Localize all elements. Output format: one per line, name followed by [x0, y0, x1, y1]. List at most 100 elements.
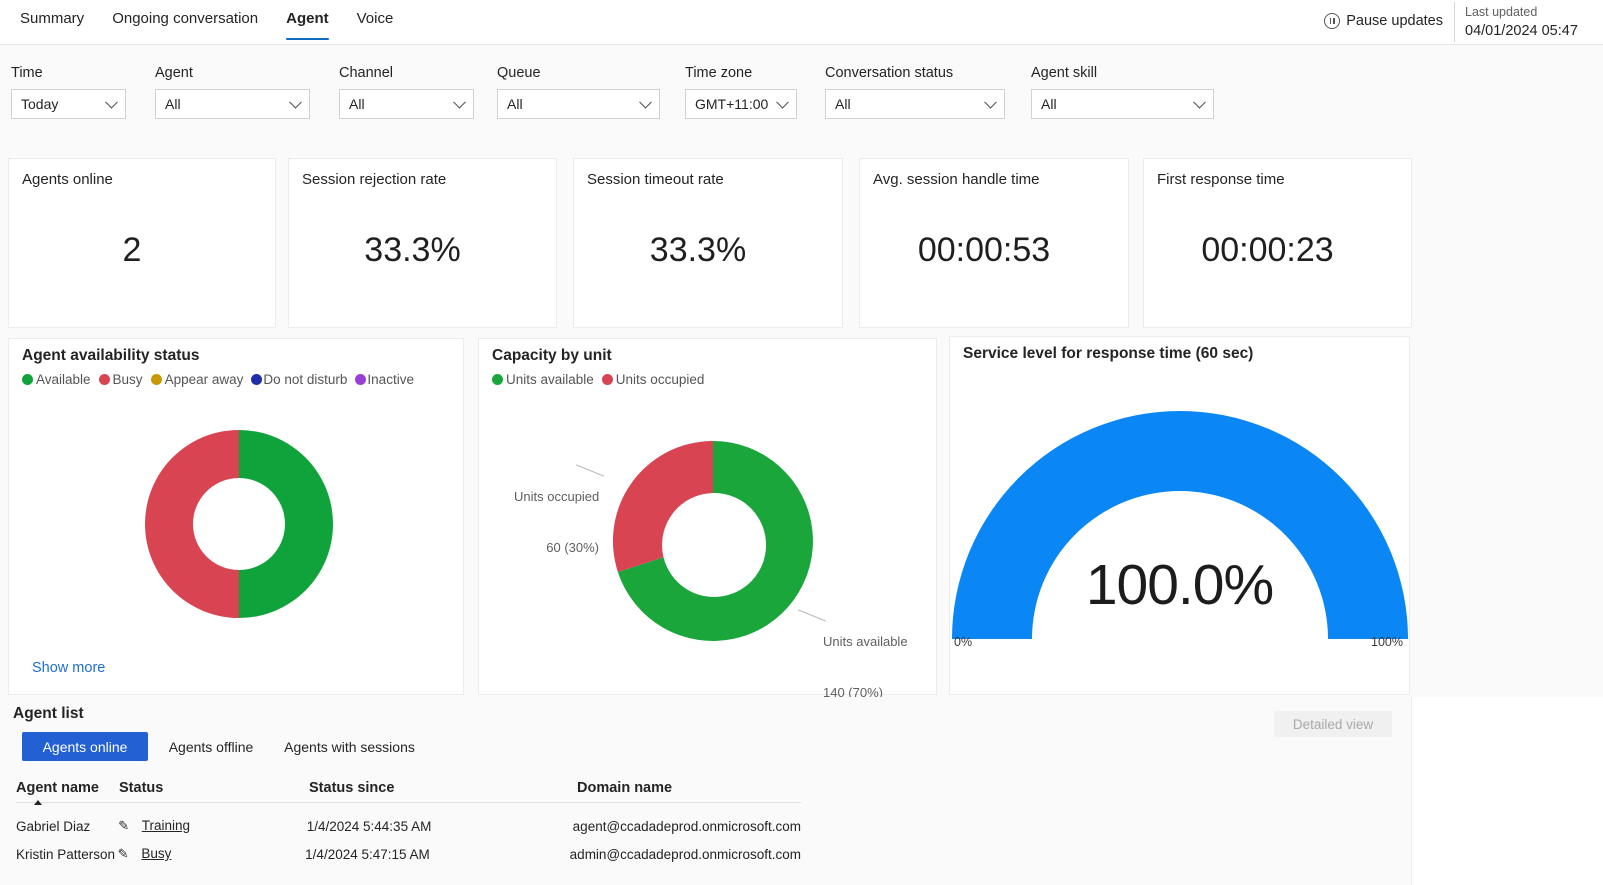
- capacity-occupied-line2: 60 (30%): [546, 540, 599, 555]
- edit-pencil-icon[interactable]: ✎: [118, 846, 132, 862]
- last-updated-value: 04/01/2024 05:47: [1465, 23, 1578, 39]
- filter-agent-skill: Agent skill All: [1031, 65, 1214, 119]
- capacity-donut-chart: [612, 440, 813, 641]
- legend-item-units-available: Units available: [492, 372, 594, 387]
- agent-table: Agent name Status Status since Domain na…: [16, 780, 801, 868]
- kpi-card-first-response-time: First response time 00:00:23: [1143, 158, 1412, 328]
- edit-pencil-icon[interactable]: ✎: [118, 818, 132, 834]
- legend-label: Busy: [112, 372, 143, 387]
- pause-circle-icon: [1324, 13, 1341, 29]
- legend-item-inactive: Inactive: [355, 372, 414, 387]
- chevron-down-icon: [1193, 95, 1206, 109]
- tab-ongoing-conversation[interactable]: Ongoing conversation: [98, 0, 272, 45]
- capacity-occupied-callout: Units occupied 60 (30%): [514, 454, 599, 590]
- kpi-value: 33.3%: [649, 231, 747, 269]
- gauge-value-label: 100.0%: [1085, 553, 1274, 617]
- filter-time-label: Time: [11, 65, 43, 81]
- tab-agent[interactable]: Agent: [272, 0, 343, 45]
- cell-domain-name: agent@ccadadeprod.onmicrosoft.com: [572, 818, 801, 834]
- last-updated-label: Last updated: [1465, 5, 1538, 19]
- capacity-legend: Units available Units occupied: [492, 372, 704, 387]
- kpi-card-avg-session-handle-time: Avg. session handle time 00:00:53: [859, 158, 1129, 328]
- kpi-title: First response time: [1157, 171, 1285, 188]
- legend-dot-icon: [492, 374, 503, 385]
- gauge-max-label: 100%: [1371, 635, 1403, 649]
- chevron-down-icon: [639, 95, 652, 109]
- kpi-value: 33.3%: [364, 231, 461, 269]
- tab-summary[interactable]: Summary: [6, 0, 98, 45]
- legend-label: Units available: [506, 372, 594, 387]
- legend-dot-icon: [355, 374, 367, 385]
- filter-time-zone-label: Time zone: [685, 65, 753, 81]
- cell-status-since: 1/4/2024 5:44:35 AM: [306, 818, 432, 834]
- detailed-view-button[interactable]: Detailed view: [1274, 711, 1392, 737]
- panel-service-level: Service level for response time (60 sec)…: [949, 336, 1410, 695]
- tab-voice[interactable]: Voice: [343, 0, 408, 45]
- kpi-title: Avg. session handle time: [873, 171, 1040, 188]
- filter-time: Time Today: [11, 65, 126, 119]
- pill-agents-offline[interactable]: Agents offline: [156, 732, 266, 761]
- kpi-value: 00:00:23: [1201, 231, 1334, 269]
- kpi-title: Session timeout rate: [587, 171, 724, 188]
- show-more-link[interactable]: Show more: [32, 660, 105, 676]
- filter-queue-select[interactable]: All: [497, 89, 660, 119]
- column-header-status[interactable]: Status: [119, 780, 309, 796]
- filter-conversation-status-select[interactable]: All: [825, 89, 1005, 119]
- agent-list-right-strip: [1411, 697, 1603, 885]
- filter-queue-value: All: [507, 96, 523, 112]
- availability-legend: Available Busy Appear away Do not distur…: [22, 372, 414, 387]
- filter-agent-select[interactable]: All: [155, 89, 310, 119]
- cell-status-since: 1/4/2024 5:47:15 AM: [305, 846, 430, 862]
- kpi-value: 2: [122, 231, 142, 269]
- legend-label: Do not disturb: [263, 372, 348, 387]
- last-updated: Last updated 04/01/2024 05:47: [1455, 3, 1603, 41]
- capacity-available-line1: Units available: [823, 634, 908, 649]
- chevron-down-icon: [289, 95, 302, 109]
- agent-list-section: Agent list Agents online Agents offline …: [0, 697, 1411, 885]
- filter-time-zone: Time zone GMT+11:00: [685, 65, 797, 119]
- legend-dot-icon: [601, 374, 613, 385]
- filter-agent-skill-select[interactable]: All: [1031, 89, 1214, 119]
- filter-channel: Channel All: [339, 65, 474, 119]
- pause-updates-label: Pause updates: [1346, 13, 1443, 29]
- legend-item-busy: Busy: [98, 372, 143, 387]
- sort-ascending-icon: [34, 800, 42, 805]
- table-row[interactable]: Kristin Patterson ✎ Busy 1/4/2024 5:47:1…: [16, 840, 801, 868]
- table-row[interactable]: Gabriel Diaz ✎ Training 1/4/2024 5:44:35…: [16, 812, 801, 840]
- legend-label: Inactive: [367, 372, 414, 387]
- filter-time-select[interactable]: Today: [11, 89, 126, 119]
- filter-time-zone-select[interactable]: GMT+11:00: [685, 89, 797, 119]
- cell-domain-name: admin@ccadadeprod.onmicrosoft.com: [569, 846, 801, 862]
- filter-time-zone-value: GMT+11:00: [695, 96, 769, 112]
- availability-donut-chart: [145, 430, 333, 618]
- filter-conversation-status: Conversation status All: [825, 65, 1005, 119]
- column-header-status-since[interactable]: Status since: [309, 780, 577, 796]
- column-header-agent-name[interactable]: Agent name: [16, 780, 119, 796]
- agent-list-title: Agent list: [13, 705, 84, 722]
- filter-time-value: Today: [21, 96, 59, 112]
- pill-agents-with-sessions[interactable]: Agents with sessions: [272, 732, 427, 761]
- pill-agents-online[interactable]: Agents online: [22, 732, 148, 761]
- panel-capacity-by-unit: Capacity by unit Units available Units o…: [478, 338, 937, 700]
- kpi-card-session-timeout-rate: Session timeout rate 33.3%: [573, 158, 843, 328]
- chevron-down-icon: [776, 95, 789, 109]
- legend-label: Units occupied: [615, 372, 705, 387]
- pause-updates-button[interactable]: Pause updates: [1324, 13, 1443, 29]
- tab-list: Summary Ongoing conversation Agent Voice: [6, 0, 407, 45]
- legend-dot-icon: [98, 374, 110, 385]
- legend-item-available: Available: [22, 372, 91, 387]
- kpi-value: 00:00:53: [917, 231, 1051, 269]
- chevron-down-icon: [453, 95, 466, 109]
- filter-agent-skill-value: All: [1041, 96, 1057, 112]
- capacity-occupied-line1: Units occupied: [514, 489, 600, 504]
- filter-channel-select[interactable]: All: [339, 89, 474, 119]
- filter-agent: Agent All: [155, 65, 310, 119]
- top-tab-bar: Summary Ongoing conversation Agent Voice…: [0, 0, 1603, 45]
- legend-item-units-occupied: Units occupied: [601, 372, 705, 387]
- filter-queue: Queue All: [497, 65, 660, 119]
- column-header-domain-name[interactable]: Domain name: [577, 780, 801, 796]
- kpi-card-agents-online: Agents online 2: [8, 158, 276, 328]
- cell-status-value[interactable]: Busy: [141, 846, 171, 861]
- filter-channel-value: All: [349, 96, 365, 112]
- cell-status-value[interactable]: Training: [142, 818, 190, 833]
